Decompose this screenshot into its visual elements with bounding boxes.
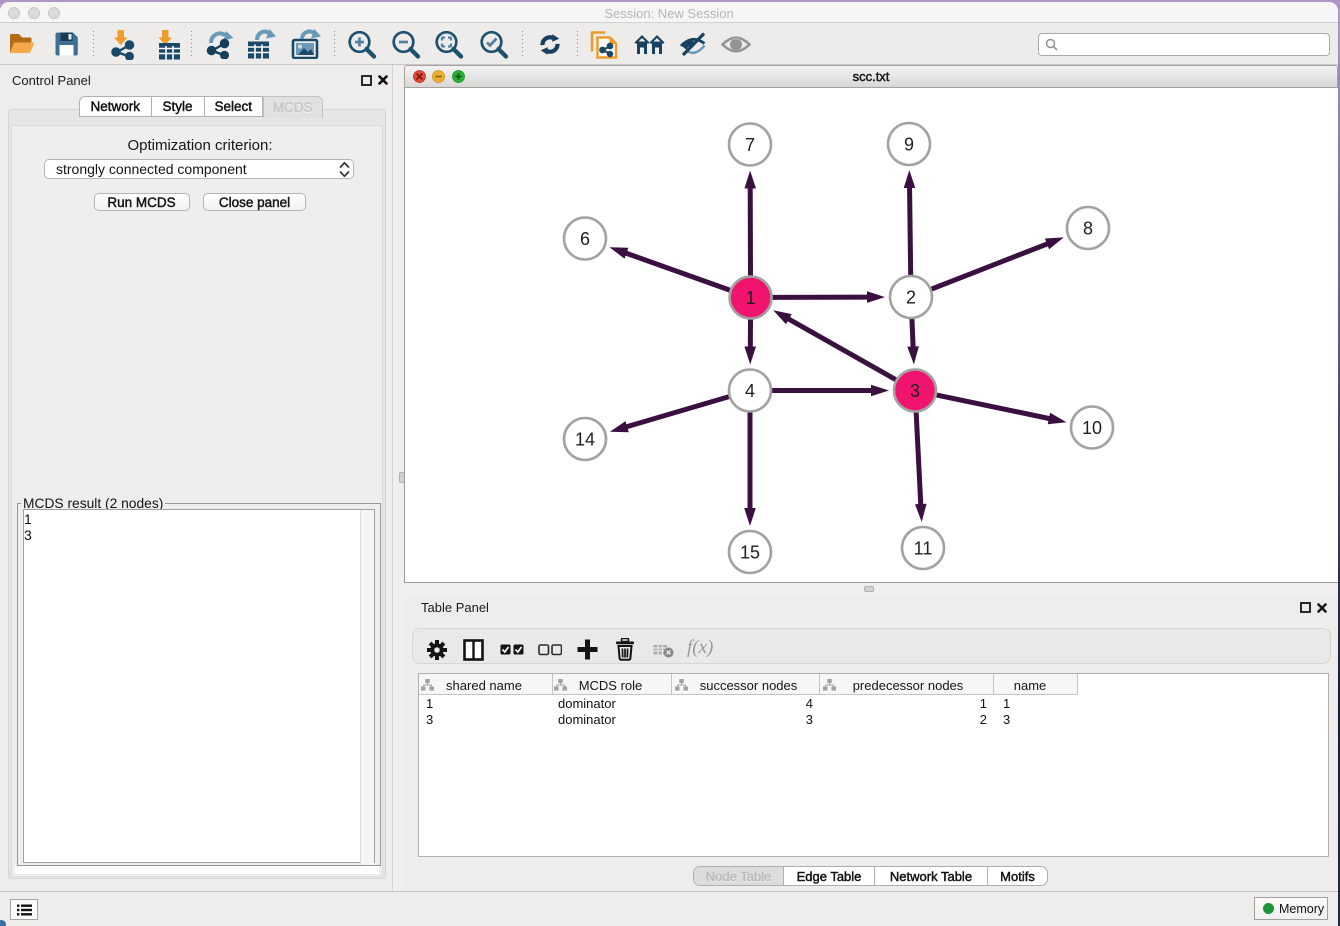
svg-text:9: 9 (904, 135, 914, 155)
svg-text:1: 1 (746, 288, 756, 308)
svg-text:6: 6 (580, 229, 590, 249)
svg-text:14: 14 (575, 430, 595, 450)
svg-text:2: 2 (906, 288, 916, 308)
svg-text:7: 7 (745, 135, 755, 155)
svg-text:11: 11 (914, 539, 933, 559)
svg-text:8: 8 (1083, 219, 1093, 239)
svg-text:15: 15 (740, 543, 760, 563)
svg-text:4: 4 (745, 381, 755, 401)
svg-text:10: 10 (1082, 418, 1102, 438)
svg-text:3: 3 (910, 381, 920, 401)
